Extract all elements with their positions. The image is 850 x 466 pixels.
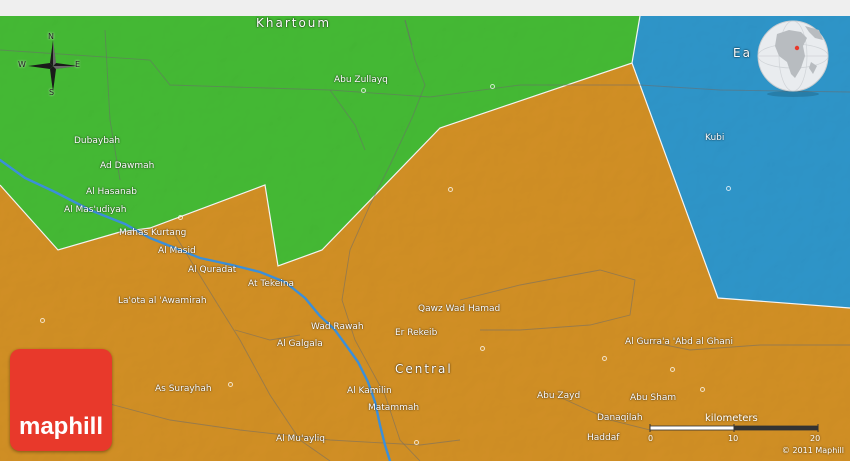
place-marker: [414, 440, 419, 445]
place-marker: [490, 84, 495, 89]
place-marker: [448, 187, 453, 192]
region-label-khartoum: Khartoum: [256, 16, 332, 30]
region-label-eastern: Ea: [733, 46, 752, 60]
place-label: Al Quradat: [188, 265, 237, 275]
place-label: Al Masid: [158, 246, 196, 256]
place-label: Danaqilah: [597, 413, 643, 423]
locator-globe: [755, 16, 831, 98]
place-marker: [602, 356, 607, 361]
place-label: Mahas Kurtang: [119, 228, 187, 238]
place-label: As Surayhah: [155, 384, 212, 394]
compass-e: E: [75, 60, 81, 69]
place-label: Ad Dawmah: [100, 161, 155, 171]
place-marker: [670, 367, 675, 372]
scale-tick-20: 20: [810, 434, 821, 443]
globe-icon: [757, 20, 829, 97]
scale-title: kilometers: [705, 413, 758, 424]
compass-n: N: [48, 32, 54, 41]
place-label: Abu Sham: [630, 393, 677, 403]
place-label: At Tekeina: [248, 279, 295, 289]
place-label: Haddaf: [587, 433, 620, 443]
place-marker: [40, 318, 45, 323]
place-label: Qawz Wad Hamad: [418, 304, 501, 314]
place-marker: [178, 215, 183, 220]
compass-rose: N S W E: [18, 32, 88, 98]
place-label: Abu Zullayq: [334, 75, 388, 85]
place-label: Al Mu'ayliq: [276, 434, 326, 444]
place-label: Al Gurra'a 'Abd al Ghani: [625, 337, 733, 347]
relief-shading: [0, 16, 850, 461]
place-label: Dubaybah: [74, 136, 121, 146]
brand-text: maphill: [18, 413, 103, 440]
top-strip: [0, 0, 850, 16]
copyright: © 2011 Maphill: [781, 446, 844, 455]
place-label: Al Kamilin: [347, 386, 392, 396]
map-canvas[interactable]: Khartoum Central Ea Abu Zullayq Dubaybah…: [0, 0, 850, 463]
place-label: Al Mas'udiyah: [64, 205, 127, 215]
place-label: Kubi: [705, 133, 725, 143]
place-label: Er Rekeib: [395, 328, 438, 338]
maphill-logo[interactable]: maphill: [10, 349, 112, 451]
scale-tick-10: 10: [728, 434, 739, 443]
scale-bar: [649, 424, 819, 432]
place-marker: [726, 186, 731, 191]
place-label: La'ota al 'Awamirah: [118, 296, 207, 306]
place-label: Abu Zayd: [537, 391, 581, 401]
place-label: Al Galgala: [277, 339, 323, 349]
place-label: Al Hasanab: [86, 187, 137, 197]
region-label-central: Central: [395, 362, 453, 376]
place-marker: [228, 382, 233, 387]
place-marker: [700, 387, 705, 392]
place-label: Wad Rawah: [311, 322, 364, 332]
place-marker: [480, 346, 485, 351]
place-marker: [361, 88, 366, 93]
scale-tick-0: 0: [648, 434, 654, 443]
place-label: Matammah: [368, 403, 420, 413]
compass-w: W: [18, 60, 26, 69]
compass-s: S: [49, 88, 55, 97]
